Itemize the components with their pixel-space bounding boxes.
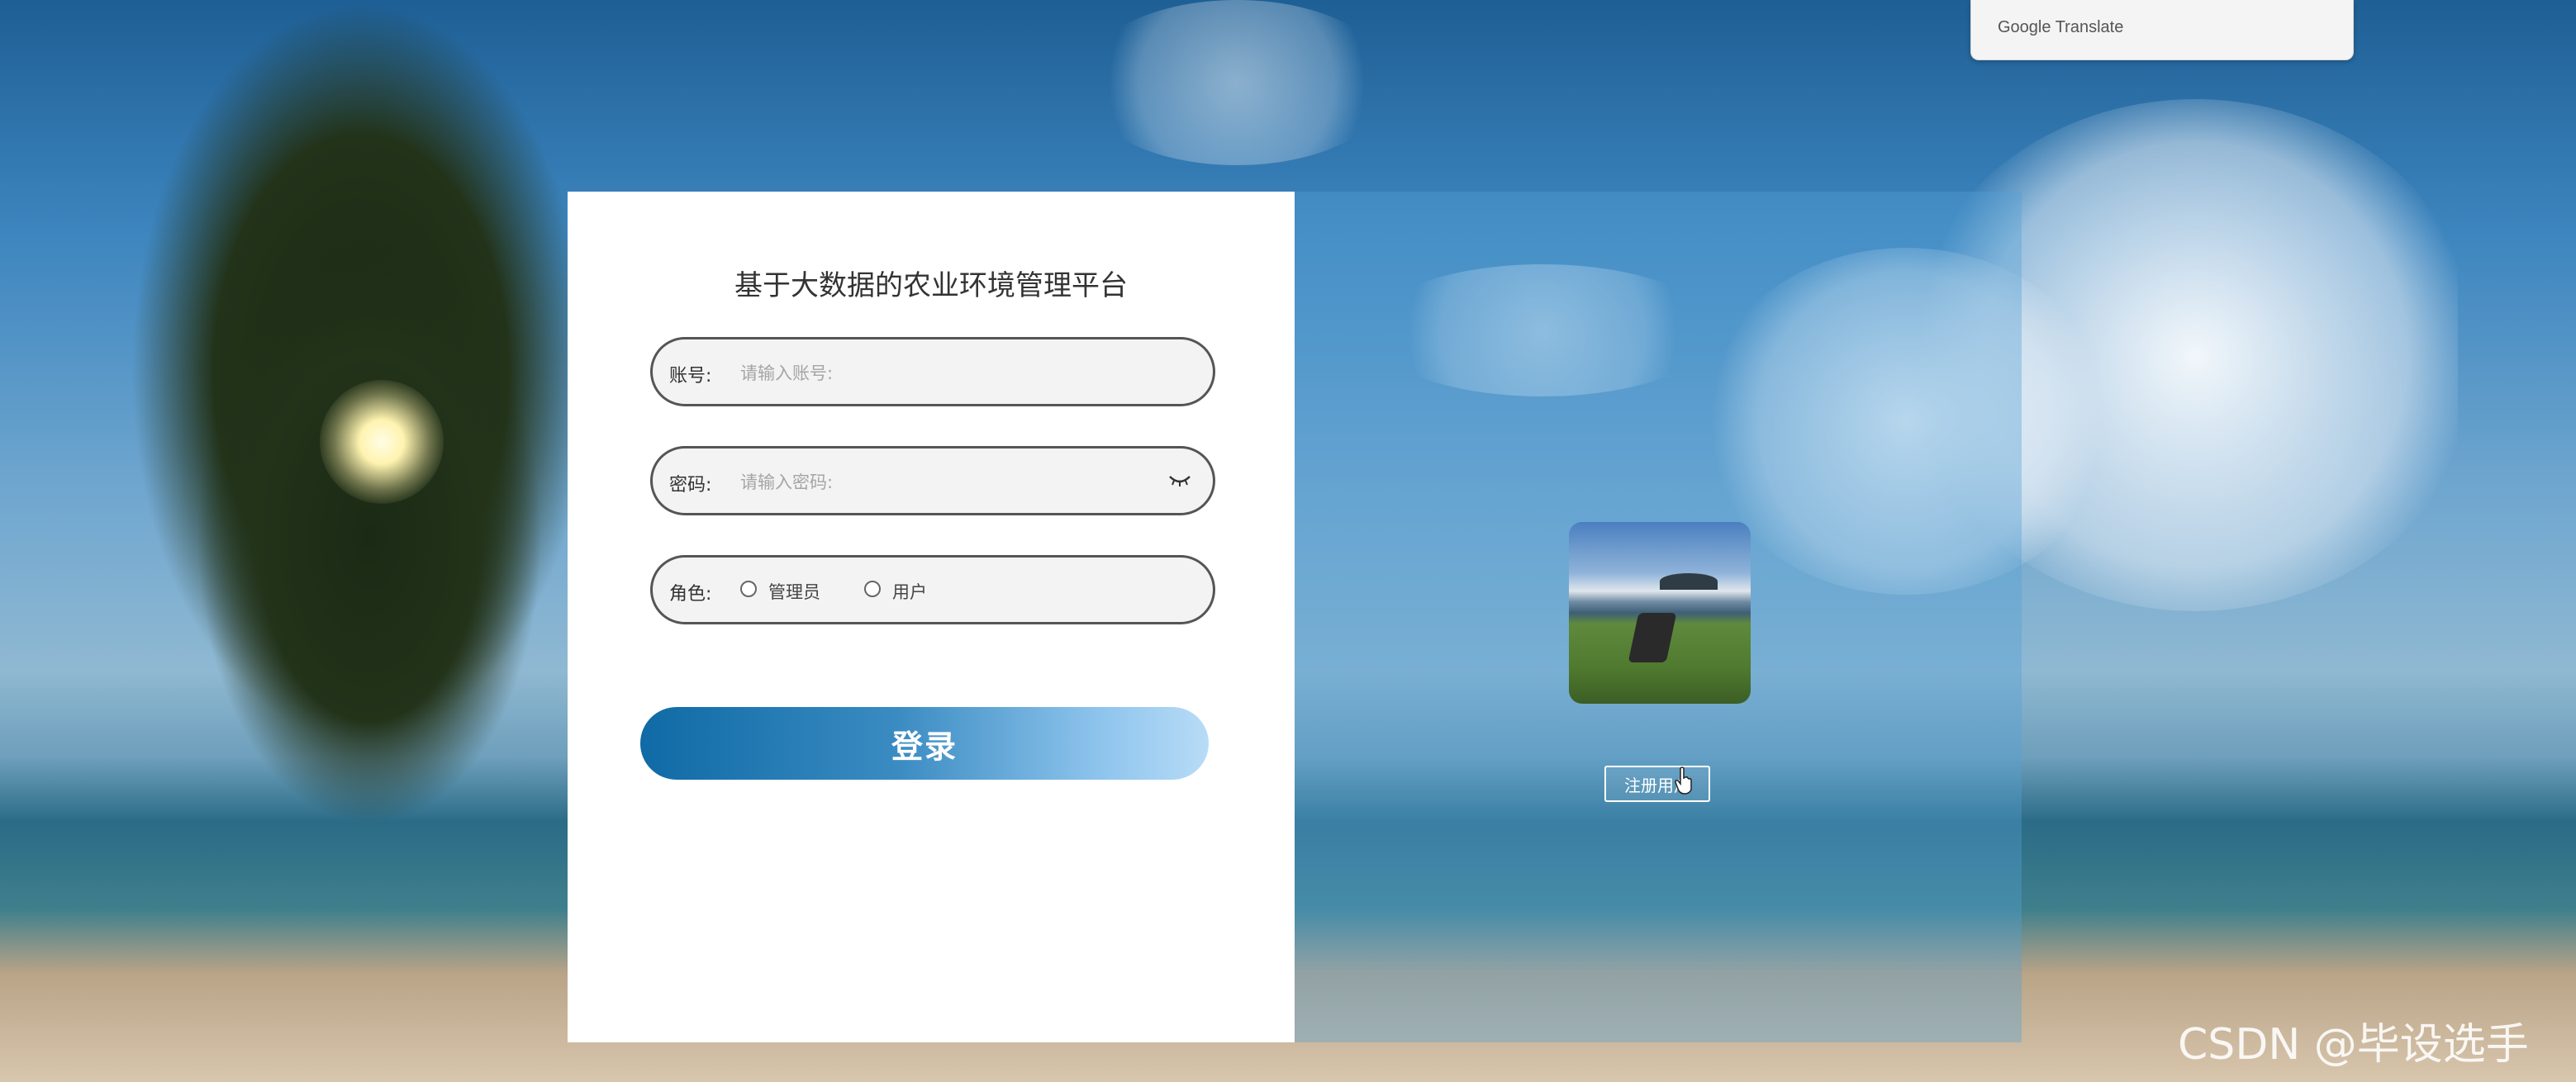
page-title: 基于大数据的农业环境管理平台: [734, 269, 1128, 302]
register-button[interactable]: 注册用户: [1604, 766, 1710, 802]
role-admin-radio[interactable]: [740, 581, 757, 597]
eye-closed-icon[interactable]: [1168, 473, 1191, 488]
account-label: 账号:: [669, 366, 712, 387]
password-input[interactable]: [739, 462, 1155, 503]
avatar-image: [1569, 522, 1751, 704]
role-field: 角色: 管理员 用户: [650, 555, 1215, 624]
sun-flare: [320, 380, 444, 504]
role-admin-label[interactable]: 管理员: [768, 579, 820, 604]
hand-cursor-icon: [1675, 766, 1692, 795]
password-label: 密码:: [669, 475, 712, 496]
google-translate-widget[interactable]: Google Translate: [1970, 0, 2354, 60]
login-card: 基于大数据的农业环境管理平台 账号: 密码: 角色: 管理员 用户 登录: [568, 192, 1295, 1042]
background-strip-left: [0, 0, 130, 1082]
google-translate-label: Google Translate: [1998, 18, 2124, 36]
password-field: 密码:: [650, 446, 1215, 515]
background-strip-right: [2458, 0, 2576, 1082]
csdn-watermark: CSDN @毕设选手: [2178, 1020, 2529, 1070]
role-user-label[interactable]: 用户: [892, 579, 927, 604]
login-button[interactable]: 登录: [640, 707, 1209, 780]
account-field: 账号:: [650, 337, 1215, 406]
role-label: 角色:: [669, 584, 712, 605]
account-input[interactable]: [739, 353, 1155, 394]
role-user-radio[interactable]: [864, 581, 881, 597]
